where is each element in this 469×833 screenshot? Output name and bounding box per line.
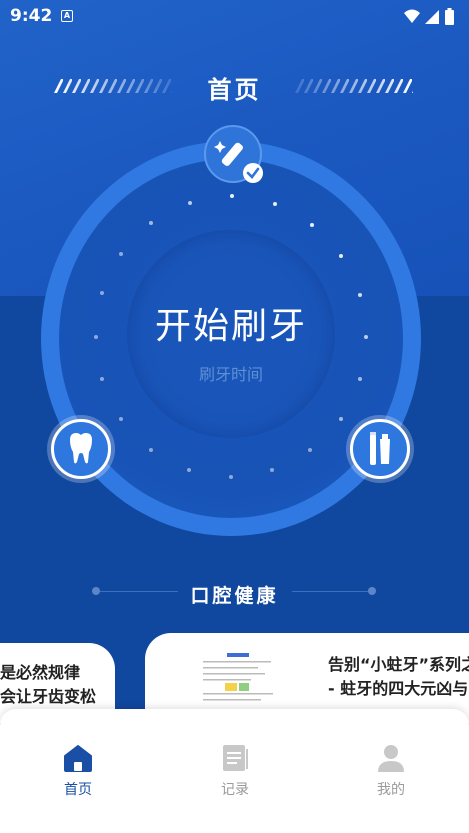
status-time: 9:42: [10, 6, 53, 26]
home-icon: [64, 745, 92, 772]
status-bar: 9:42 A: [0, 0, 469, 32]
toothbrush-badge[interactable]: [204, 125, 263, 183]
nav-label: 记录: [221, 782, 249, 798]
nav-item-record[interactable]: 记录: [195, 743, 275, 799]
page-header: 首页: [0, 66, 469, 106]
nav-label: 首页: [64, 782, 92, 798]
section-dot-right: [368, 587, 376, 595]
article-title-line: 告别“小蛀牙”系列之: [328, 655, 469, 674]
tooth-button[interactable]: [51, 419, 111, 479]
wifi-icon: [404, 9, 420, 23]
header-stripe-right: [295, 79, 413, 93]
signal-icon: [425, 10, 439, 24]
notification-icon: A: [61, 10, 73, 22]
nav-item-mine[interactable]: 我的: [351, 743, 431, 799]
article-thumbnail: [197, 649, 279, 709]
toothbrush-toothpaste-icon: [370, 432, 390, 465]
brushing-time-label: 刷牙时间: [198, 365, 263, 384]
nav-label: 我的: [377, 782, 405, 798]
brush-and-paste-button[interactable]: [350, 419, 410, 479]
toothbrush-sparkle-icon: [214, 141, 243, 166]
battery-icon: [445, 10, 454, 25]
article-title-line: 是必然规律: [0, 663, 81, 682]
bottom-nav: 首页 记录 我的: [0, 709, 469, 833]
status-icons: [403, 8, 459, 30]
article-title: 告别“小蛀牙”系列之 - 蛀牙的四大元凶与: [328, 653, 469, 701]
nav-item-home[interactable]: 首页: [38, 743, 118, 799]
tooth-icon: [70, 433, 92, 464]
section-line-right: [292, 591, 368, 592]
article-title-line: 会让牙齿变松: [0, 687, 97, 706]
article-title-line: - 蛀牙的四大元凶与: [328, 679, 469, 698]
section-title: 口腔健康: [190, 585, 279, 607]
record-icon: [223, 745, 248, 771]
profile-icon: [378, 745, 404, 772]
section-heading: 口腔健康: [0, 578, 469, 608]
article-title: 是必然规律 会让牙齿变松: [0, 661, 96, 709]
start-brushing-label[interactable]: 开始刷牙: [127, 297, 335, 349]
